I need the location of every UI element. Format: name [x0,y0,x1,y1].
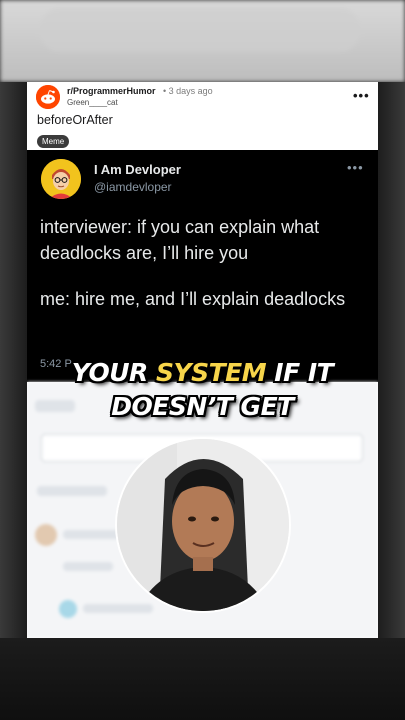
presenter-webcam-bubble [115,437,291,613]
post-flair-badge[interactable]: Meme [37,135,70,148]
background-top-blur [0,0,405,82]
background-blob [40,8,360,52]
post-author[interactable]: Green____cat [67,98,118,107]
tweet-author-name[interactable]: I Am Devloper [94,162,181,177]
blurred-avatar [35,524,57,546]
post-title: beforeOrAfter [37,113,113,127]
tweet-author-handle[interactable]: @iamdevloper [94,180,172,194]
caption-text: IF IT [266,358,334,387]
tweet-more-icon: ••• [347,160,364,175]
video-caption-line-1: YOUR SYSTEM IF IT [0,358,405,387]
tweet-screenshot: I Am Devloper @iamdevloper ••• interview… [27,150,378,382]
caption-text: YOUR [71,358,156,387]
post-header: r/ProgrammerHumor • 3 days ago Green____… [27,82,378,150]
caption-highlight-word: SYSTEM [155,358,267,387]
tweet-text-line-1: interviewer: if you can explain what dea… [40,217,320,263]
post-more-options-button[interactable]: ••• [353,88,370,103]
tweet-avatar [41,159,81,199]
blurred-avatar [59,600,77,618]
blurred-bar [37,486,107,496]
blurred-bar [63,530,123,539]
tweet-text-line-2: me: hire me, and I’ll explain deadlocks [40,289,346,309]
background-bottom [0,638,405,720]
subreddit-link[interactable]: r/ProgrammerHumor [67,86,156,96]
blurred-bar [83,604,153,613]
post-timestamp: • 3 days ago [163,86,213,96]
video-caption-line-2: DOESN’T GET [111,392,294,421]
blurred-bar [63,562,113,571]
reddit-alien-icon[interactable] [36,85,60,109]
